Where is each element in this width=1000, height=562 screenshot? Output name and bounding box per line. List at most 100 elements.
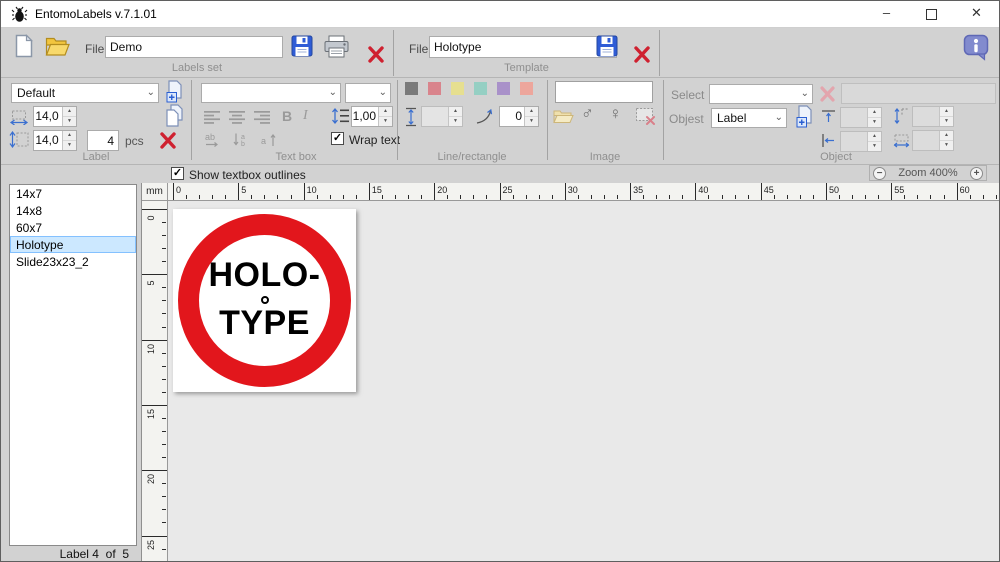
delete-label-icon[interactable]	[159, 132, 177, 149]
label-preview[interactable]: HOLO- TYPE	[173, 209, 356, 392]
spinner-arrows-icon[interactable]: ▲▼	[867, 132, 881, 151]
save-template-icon[interactable]	[596, 35, 618, 57]
list-item-Holotype[interactable]: Holotype	[10, 236, 136, 253]
color-swatch-0[interactable]	[405, 82, 418, 95]
close-button[interactable]: ✕	[954, 1, 999, 27]
align-left-icon[interactable]	[204, 111, 221, 124]
zoom-in-button[interactable]: +	[970, 167, 983, 180]
template-file-input[interactable]	[429, 36, 617, 58]
color-swatch-3[interactable]	[474, 82, 487, 95]
zoom-out-button[interactable]: −	[873, 167, 886, 180]
object-height-spinner[interactable]: ▲▼	[912, 106, 954, 127]
bold-button[interactable]: B	[282, 108, 292, 124]
label-count-input[interactable]	[87, 130, 119, 151]
color-swatch-1[interactable]	[428, 82, 441, 95]
close-labels-set-icon[interactable]	[367, 46, 385, 63]
spinner-arrows-icon[interactable]: ▲▼	[524, 107, 538, 126]
close-template-icon[interactable]	[633, 46, 651, 63]
textbox-group-caption: Text box	[201, 151, 391, 163]
corner-radius-icon	[475, 108, 495, 125]
check-icon: ✓	[333, 133, 342, 144]
maximize-button[interactable]	[909, 1, 954, 27]
label-preset-dropdown[interactable]: Default ⌄	[11, 83, 159, 103]
wrap-text-checkbox[interactable]: ✓	[331, 132, 344, 145]
label-group-caption: Label	[1, 151, 191, 163]
h-ruler-tick-label: 30	[568, 185, 578, 195]
list-item-14x7[interactable]: 14x7	[10, 185, 136, 202]
labels-set-file-input[interactable]	[105, 36, 283, 58]
add-object-icon[interactable]	[795, 105, 814, 128]
list-item-60x7[interactable]: 60x7	[10, 219, 136, 236]
object-left-spinner[interactable]: ▲▼	[840, 131, 882, 152]
label-text-line1: HOLO-	[173, 258, 356, 292]
label-width-spinner[interactable]: 14,0 ▲▼	[33, 106, 77, 127]
svg-text:a: a	[241, 134, 245, 141]
spinner-arrows-icon[interactable]: ▲▼	[62, 131, 76, 150]
list-item-14x8[interactable]: 14x8	[10, 202, 136, 219]
vertical-ruler: 0510152025	[142, 201, 168, 562]
object-type-dropdown[interactable]: Label ⌄	[711, 108, 787, 128]
color-swatch-4[interactable]	[497, 82, 510, 95]
h-ruler-tick-label: 45	[764, 185, 774, 195]
title-bar: EntomoLabels v.7.1.01 – ✕	[1, 1, 999, 28]
select-object-dropdown[interactable]: ⌄	[709, 84, 813, 104]
labels-listbox[interactable]: 14x714x860x7HolotypeSlide23x23_2	[9, 184, 137, 546]
font-size-dropdown[interactable]: ⌄	[345, 83, 391, 103]
text-direction-down-icon[interactable]: a b	[232, 132, 252, 148]
label-height-spinner[interactable]: 14,0 ▲▼	[33, 130, 77, 151]
wrap-text-label: Wrap text	[349, 133, 400, 147]
font-family-dropdown[interactable]: ⌄	[201, 83, 341, 103]
spinner-arrows-icon[interactable]: ▲▼	[62, 107, 76, 126]
info-icon[interactable]	[963, 34, 989, 61]
copy-label-icon[interactable]	[165, 104, 185, 127]
text-direction-horizontal-icon[interactable]: ab	[204, 132, 226, 148]
new-file-icon[interactable]	[14, 34, 34, 58]
toolbar-divider	[659, 30, 660, 76]
spinner-arrows-icon[interactable]: ▲▼	[939, 131, 953, 150]
template-caption: Template	[394, 62, 659, 74]
object-top-spinner[interactable]: ▲▼	[840, 107, 882, 128]
male-symbol-icon[interactable]: ♂	[581, 105, 594, 122]
open-image-icon[interactable]	[553, 109, 574, 124]
object-height-icon	[893, 107, 910, 125]
color-swatch-2[interactable]	[451, 82, 464, 95]
window-title: EntomoLabels v.7.1.01	[35, 1, 157, 27]
line-thickness-spinner[interactable]: ▲▼	[421, 106, 463, 127]
line-thickness-icon	[405, 107, 417, 127]
spinner-arrows-icon[interactable]: ▲▼	[448, 107, 462, 126]
spinner-arrows-icon[interactable]: ▲▼	[867, 108, 881, 127]
align-right-icon[interactable]	[254, 111, 271, 124]
align-center-icon[interactable]	[229, 111, 246, 124]
options-bar: ✓ Show textbox outlines − Zoom 400% +	[1, 165, 999, 184]
add-label-preset-icon[interactable]	[165, 80, 185, 103]
color-swatch-5[interactable]	[520, 82, 533, 95]
object-type-value: Label	[717, 111, 746, 125]
line-group-caption: Line/rectangle	[397, 151, 547, 163]
ruler-unit-label: mm	[142, 183, 168, 201]
design-canvas[interactable]: HOLO- TYPE	[168, 201, 1000, 562]
remove-image-icon[interactable]	[635, 107, 656, 125]
chevron-down-icon: ⌄	[775, 113, 783, 123]
print-icon[interactable]	[323, 35, 350, 58]
minimize-button[interactable]: –	[864, 1, 909, 27]
corner-radius-spinner[interactable]: 0 ▲▼	[499, 106, 539, 127]
female-symbol-icon[interactable]: ♀	[609, 105, 622, 122]
spinner-arrows-icon[interactable]: ▲▼	[939, 107, 953, 126]
object-name-field	[841, 83, 996, 104]
italic-button[interactable]: I	[303, 108, 308, 124]
object-type-label: Objest	[669, 112, 704, 126]
save-labels-set-icon[interactable]	[291, 35, 313, 57]
show-outlines-checkbox[interactable]: ✓	[171, 167, 184, 180]
delete-object-icon-disabled[interactable]	[819, 86, 836, 102]
pcs-label: pcs	[125, 134, 144, 148]
object-width-spinner[interactable]: ▲▼	[912, 130, 954, 151]
labels-sidebar: 14x714x860x7HolotypeSlide23x23_2 Label 4…	[1, 183, 141, 562]
text-direction-up-icon[interactable]: a	[260, 132, 280, 148]
spinner-arrows-icon[interactable]: ▲▼	[378, 107, 392, 126]
file-toolbar: File Labels set File	[1, 28, 999, 78]
line-spacing-spinner[interactable]: 1,00 ▲▼	[351, 106, 393, 127]
h-ruler-tick-label: 10	[307, 185, 317, 195]
open-file-icon[interactable]	[45, 35, 70, 57]
svg-text:ab: ab	[205, 132, 215, 142]
list-item-Slide23x23_2[interactable]: Slide23x23_2	[10, 253, 136, 270]
